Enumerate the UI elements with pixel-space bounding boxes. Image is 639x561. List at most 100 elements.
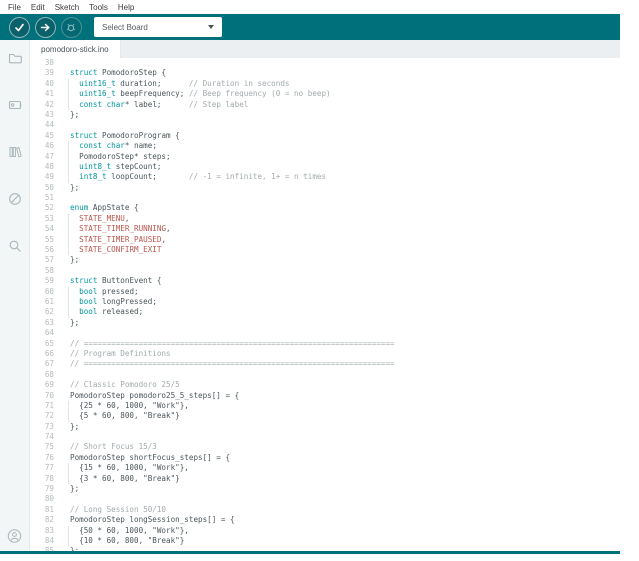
verify-button[interactable] bbox=[9, 16, 30, 38]
upload-button[interactable] bbox=[35, 16, 56, 38]
line-number: 43 bbox=[44, 109, 54, 119]
code-text: STATE_CONFIRM_EXIT bbox=[79, 245, 162, 255]
code-line: 68 bbox=[30, 370, 620, 380]
code-text: {25 * 60, 1000, "Work"}, bbox=[70, 400, 189, 410]
menu-item-help[interactable]: Help bbox=[113, 3, 139, 12]
code-text: const char* label; // Step label bbox=[79, 99, 249, 109]
menu-item-file[interactable]: File bbox=[3, 3, 26, 12]
code-line: 42 const char* label; // Step label bbox=[30, 99, 620, 110]
line-number: 69 bbox=[44, 380, 54, 390]
indent-guide bbox=[68, 286, 69, 297]
line-number: 84 bbox=[44, 535, 54, 545]
code-text: {5 * 60, 800, "Break"} bbox=[70, 411, 180, 421]
code-text: const char* name; bbox=[79, 141, 157, 151]
board-selector[interactable]: Select Board bbox=[94, 17, 222, 37]
line-number: 46 bbox=[44, 141, 54, 151]
arduino-ide-window: File Edit Sketch Tools Help Select Board pom… bbox=[0, 0, 620, 556]
line-number: 44 bbox=[44, 120, 54, 130]
line-number: 64 bbox=[44, 328, 54, 338]
code-text: enum AppState { bbox=[70, 203, 139, 213]
indent-guide bbox=[68, 213, 69, 225]
debug-panel-icon[interactable] bbox=[6, 190, 23, 207]
line-number: 67 bbox=[44, 359, 54, 369]
code-text: PomodoroStep shortFocus_steps[] = { bbox=[70, 452, 231, 462]
line-number: 62 bbox=[44, 307, 54, 317]
line-number: 79 bbox=[44, 484, 54, 494]
code-text: PomodoroStep pomodoro25_5_steps[] = { bbox=[70, 390, 240, 400]
code-text: bool released; bbox=[79, 307, 144, 317]
indent-guide bbox=[68, 463, 69, 474]
line-number: 55 bbox=[44, 234, 54, 244]
tab-label: pomodoro-stick.ino bbox=[41, 44, 109, 54]
code-text: }; bbox=[70, 484, 80, 494]
code-line: 71 {25 * 60, 1000, "Work"}, bbox=[30, 400, 620, 412]
code-line: 43}; bbox=[30, 110, 620, 120]
code-line: 62 bool released; bbox=[30, 307, 620, 318]
code-text: uint8_t stepCount; bbox=[79, 161, 162, 171]
code-line: 64 bbox=[30, 328, 620, 338]
line-number: 52 bbox=[44, 203, 54, 213]
account-icon[interactable] bbox=[6, 527, 23, 544]
boards-manager-icon[interactable] bbox=[6, 96, 23, 113]
code-text: }; bbox=[70, 182, 80, 192]
code-line: 82 PomodoroStep longSession_steps[] = { bbox=[30, 515, 620, 525]
code-line: 44 bbox=[30, 120, 620, 130]
code-editor[interactable]: 38 39 struct PomodoroStep {40 uint16_t dur… bbox=[30, 58, 620, 551]
tab-pomodoro-stick-ino[interactable]: pomodoro-stick.ino bbox=[30, 40, 121, 58]
code-line: 75 // Short Focus 15/3 bbox=[30, 442, 620, 452]
line-number: 68 bbox=[44, 369, 54, 379]
indent-guide bbox=[68, 99, 69, 110]
line-number: 74 bbox=[44, 432, 54, 442]
indent-guide bbox=[68, 245, 69, 256]
sketchbook-icon[interactable] bbox=[6, 49, 23, 66]
code-line: 49 int8_t loopCount; // -1 = infinite, 1… bbox=[30, 172, 620, 183]
line-number: 72 bbox=[44, 411, 54, 421]
line-number: 40 bbox=[44, 78, 54, 88]
line-number: 77 bbox=[44, 463, 54, 473]
code-text: bool pressed; bbox=[79, 286, 139, 296]
indent-guide bbox=[68, 400, 69, 412]
code-line: 73}; bbox=[30, 422, 620, 432]
indent-guide bbox=[68, 224, 69, 235]
code-text: }; bbox=[70, 109, 80, 119]
code-line: 46 const char* name; bbox=[30, 141, 620, 152]
line-number: 61 bbox=[44, 296, 54, 306]
code-text: {50 * 60, 1000, "Work"}, bbox=[70, 525, 189, 535]
indent-guide bbox=[68, 172, 69, 183]
code-line: 78 {3 * 60, 800, "Break"} bbox=[30, 473, 620, 485]
code-line: 38 bbox=[30, 58, 620, 68]
code-text: // Long Session 50/10 bbox=[70, 504, 167, 514]
debug-button[interactable] bbox=[61, 16, 82, 38]
code-text: {10 * 60, 800, "Break"} bbox=[70, 535, 185, 545]
line-number: 42 bbox=[44, 99, 54, 109]
activity-sidebar bbox=[0, 40, 30, 551]
code-line: 40 uint16_t duration; // Duration in sec… bbox=[30, 78, 620, 90]
code-line: 39 struct PomodoroStep { bbox=[30, 68, 620, 78]
code-line: 52 enum AppState { bbox=[30, 203, 620, 213]
indent-guide bbox=[68, 296, 69, 308]
code-text: // Program Definitions bbox=[70, 348, 171, 358]
code-line: 55 STATE_TIMER_PAUSED, bbox=[30, 234, 620, 246]
code-line: 69 // Classic Pomodoro 25/5 bbox=[30, 380, 620, 390]
indent-guide bbox=[68, 141, 69, 152]
code-text: struct ButtonEvent { bbox=[70, 276, 162, 286]
code-text: }; bbox=[70, 317, 80, 327]
code-line: 81 // Long Session 50/10 bbox=[30, 505, 620, 515]
code-text: PomodoroStep* steps; bbox=[70, 151, 171, 161]
menu-item-edit[interactable]: Edit bbox=[26, 3, 50, 12]
menu-item-tools[interactable]: Tools bbox=[84, 3, 113, 12]
menu-item-sketch[interactable]: Sketch bbox=[50, 3, 84, 12]
indent-guide bbox=[68, 525, 69, 536]
code-text: struct PomodoroStep { bbox=[70, 68, 167, 78]
library-manager-icon[interactable] bbox=[6, 143, 23, 160]
indent-guide bbox=[68, 151, 69, 162]
code-line: 58 bbox=[30, 266, 620, 276]
search-icon[interactable] bbox=[6, 237, 23, 254]
code-text: bool longPressed; bbox=[79, 296, 157, 306]
indent-guide bbox=[68, 161, 69, 173]
